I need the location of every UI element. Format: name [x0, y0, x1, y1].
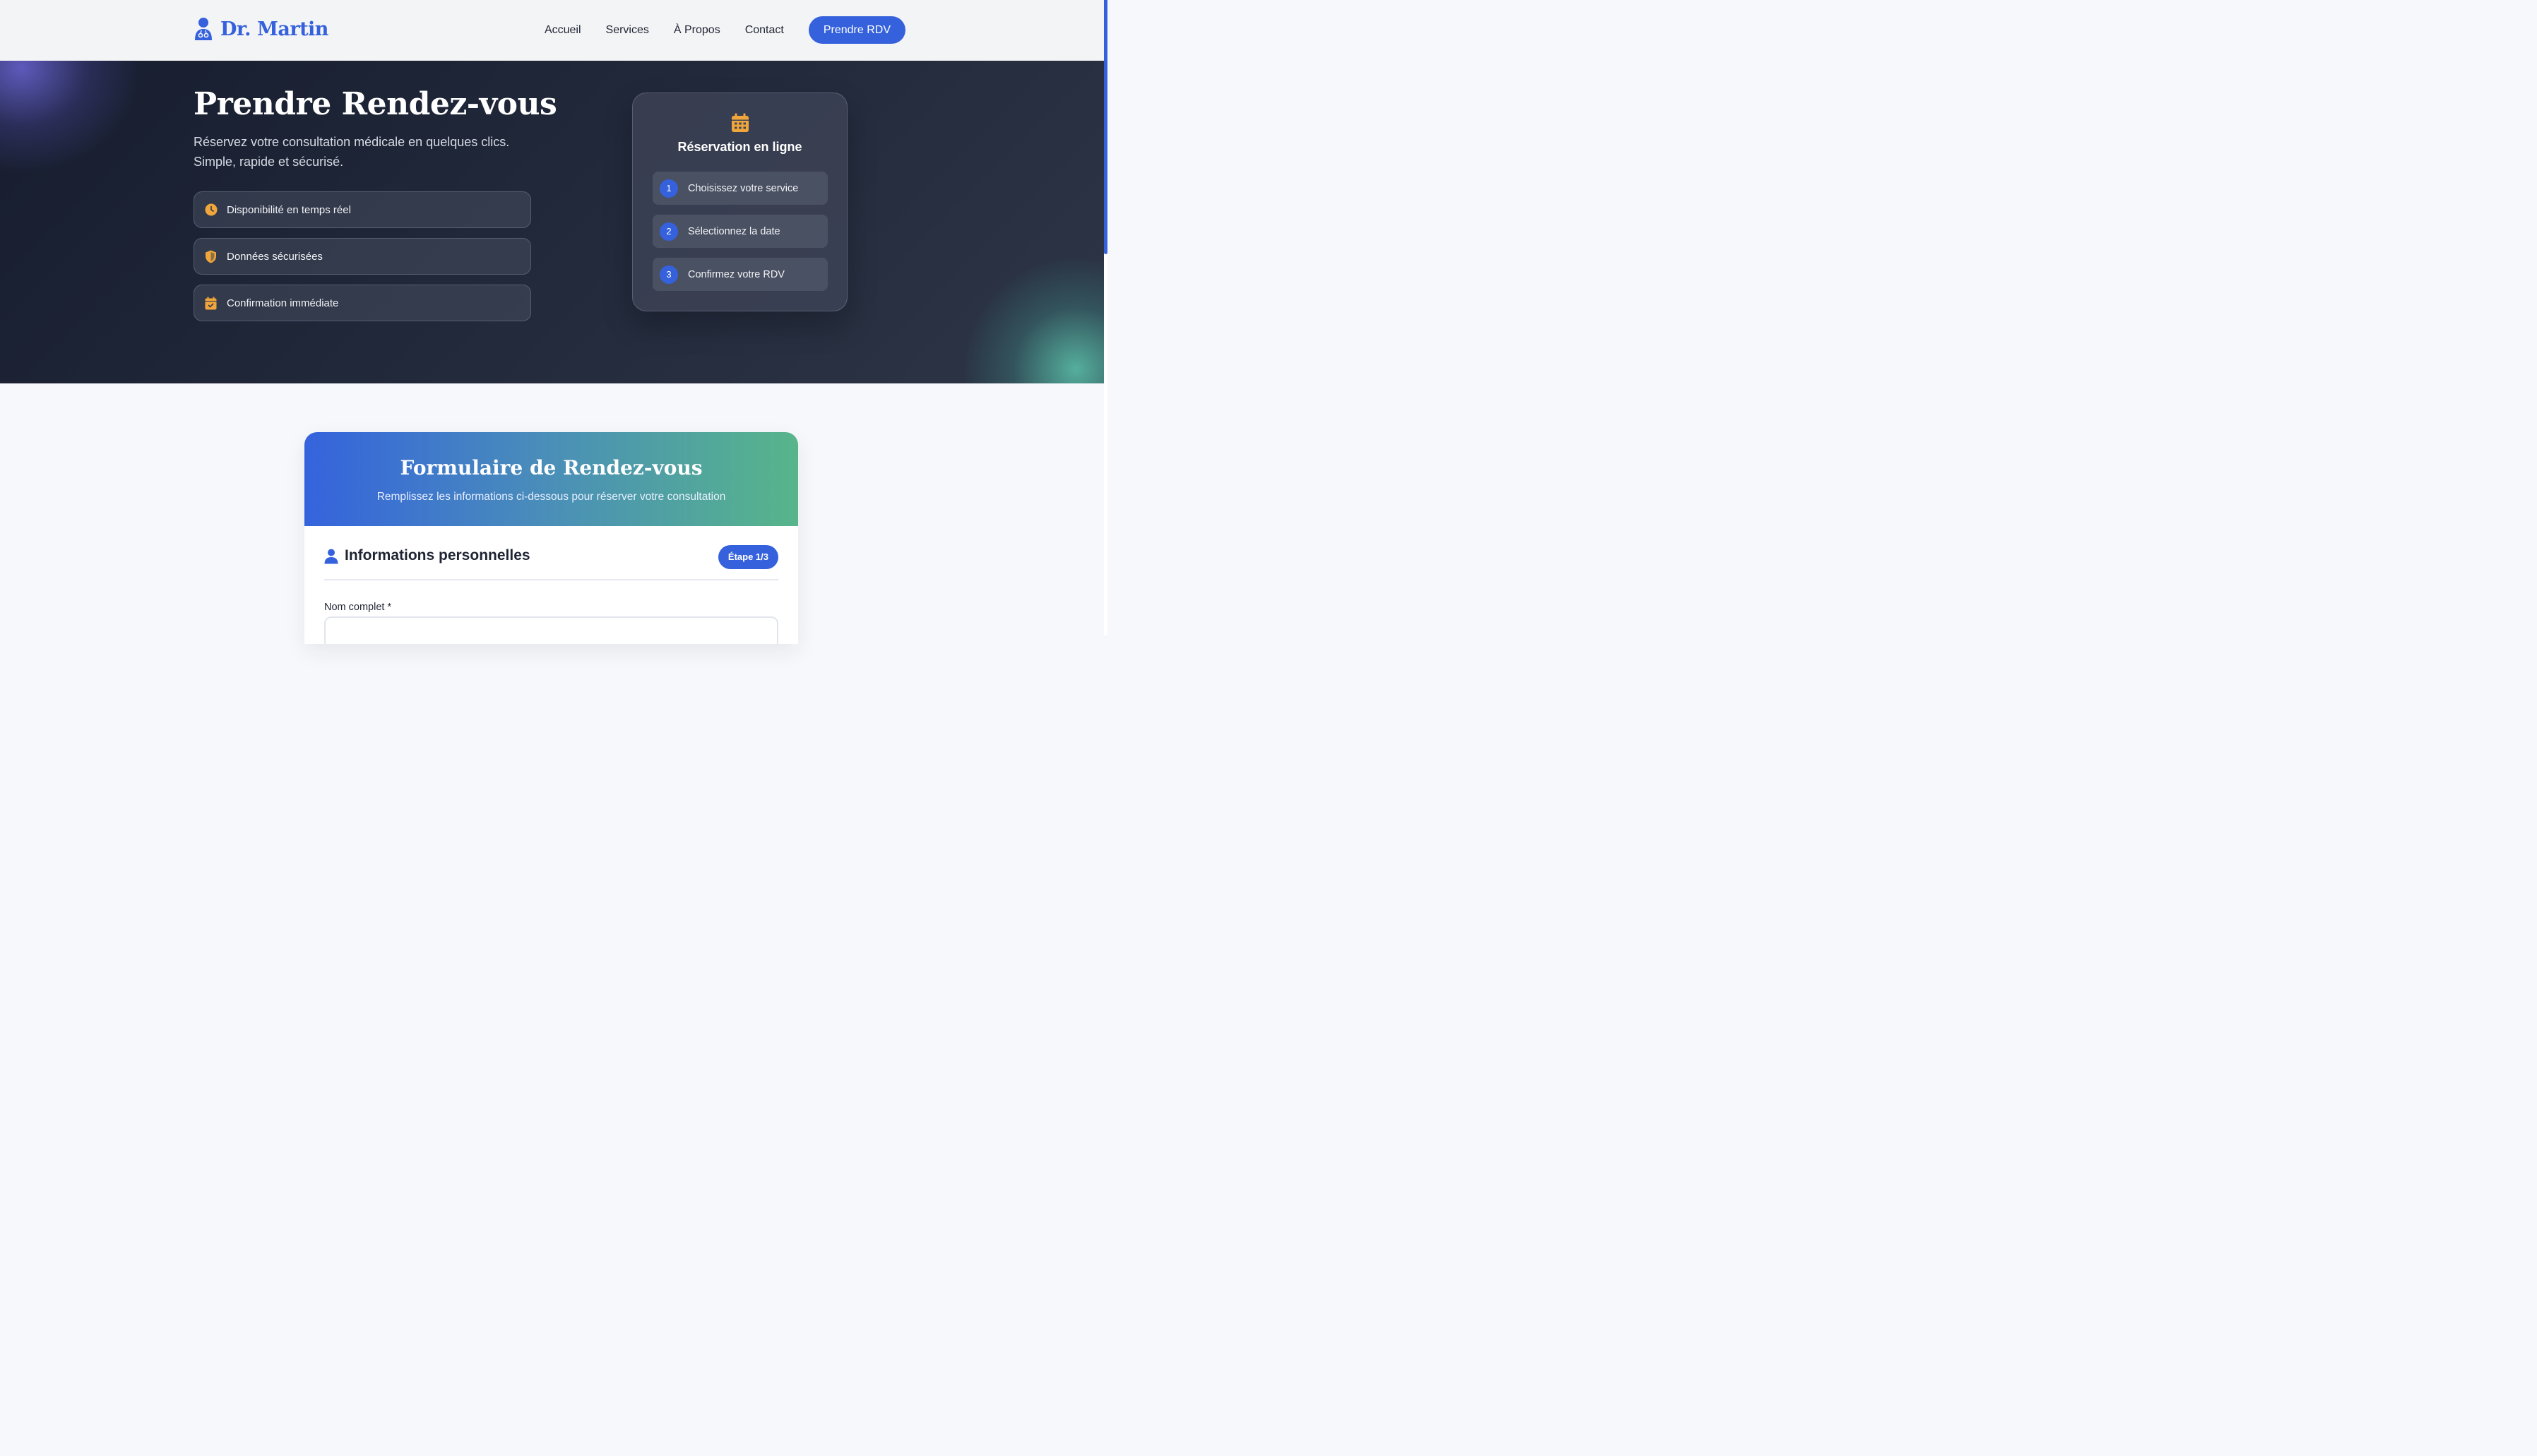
decorative-glow: [963, 256, 1104, 383]
step-number: 1: [660, 179, 678, 198]
nav-link-accueil[interactable]: Accueil: [545, 17, 581, 44]
nav-link-services[interactable]: Services: [606, 17, 649, 44]
user-icon: [324, 549, 338, 564]
feature-item: Données sécurisées: [194, 238, 531, 275]
step-badge: Étape 1/3: [718, 545, 778, 569]
brand-logo[interactable]: Dr. Martin: [194, 17, 328, 41]
step-label: Sélectionnez la date: [688, 225, 780, 237]
step-label: Choisissez votre service: [688, 182, 799, 194]
brand-name: Dr. Martin: [220, 18, 328, 40]
shield-icon: [204, 250, 218, 263]
step-item: 3 Confirmez votre RDV: [653, 258, 828, 291]
book-appointment-button[interactable]: Prendre RDV: [808, 16, 905, 44]
step-number: 3: [660, 265, 678, 284]
feature-item: Confirmation immédiate: [194, 285, 531, 321]
scrollbar-thumb[interactable]: [1104, 0, 1107, 254]
booking-steps-card: Réservation en ligne 1 Choisissez votre …: [632, 93, 848, 311]
clock-icon: [204, 203, 218, 217]
step-number: 2: [660, 222, 678, 241]
hero-section: Prendre Rendez-vous Réservez votre consu…: [0, 61, 1104, 383]
feature-item: Disponibilité en temps réel: [194, 191, 531, 228]
scrollbar[interactable]: [1104, 0, 1107, 635]
hero-subtitle: Réservez votre consultation médicale en …: [194, 135, 510, 169]
site-header: Dr. Martin Accueil Services À Propos Con…: [0, 0, 1104, 61]
page-title: Prendre Rendez-vous: [194, 86, 557, 122]
step-item: 1 Choisissez votre service: [653, 172, 828, 205]
feature-label: Confirmation immédiate: [227, 297, 339, 309]
step-item: 2 Sélectionnez la date: [653, 215, 828, 248]
form-subtitle: Remplissez les informations ci-dessous p…: [376, 491, 726, 503]
section-header: Informations personnelles Étape 1/3: [324, 545, 778, 580]
nav-link-a-propos[interactable]: À Propos: [674, 17, 720, 44]
form-header: Formulaire de Rendez-vous Remplissez les…: [304, 432, 798, 526]
card-title: Réservation en ligne: [677, 140, 802, 154]
name-input[interactable]: [324, 616, 778, 644]
calendar-check-icon: [204, 297, 218, 310]
name-field-label: Nom complet *: [324, 602, 392, 613]
nav-link-contact[interactable]: Contact: [745, 17, 784, 44]
step-label: Confirmez votre RDV: [688, 268, 785, 280]
main-nav: Accueil Services À Propos Contact Prendr…: [545, 16, 905, 44]
section-title: Informations personnelles: [345, 547, 530, 563]
decorative-glow: [0, 61, 141, 174]
feature-label: Données sécurisées: [227, 250, 323, 263]
appointment-form: Formulaire de Rendez-vous Remplissez les…: [304, 432, 798, 644]
feature-label: Disponibilité en temps réel: [227, 203, 351, 216]
calendar-icon: [732, 113, 749, 132]
doctor-icon: [195, 18, 212, 40]
form-title: Formulaire de Rendez-vous: [400, 456, 703, 479]
